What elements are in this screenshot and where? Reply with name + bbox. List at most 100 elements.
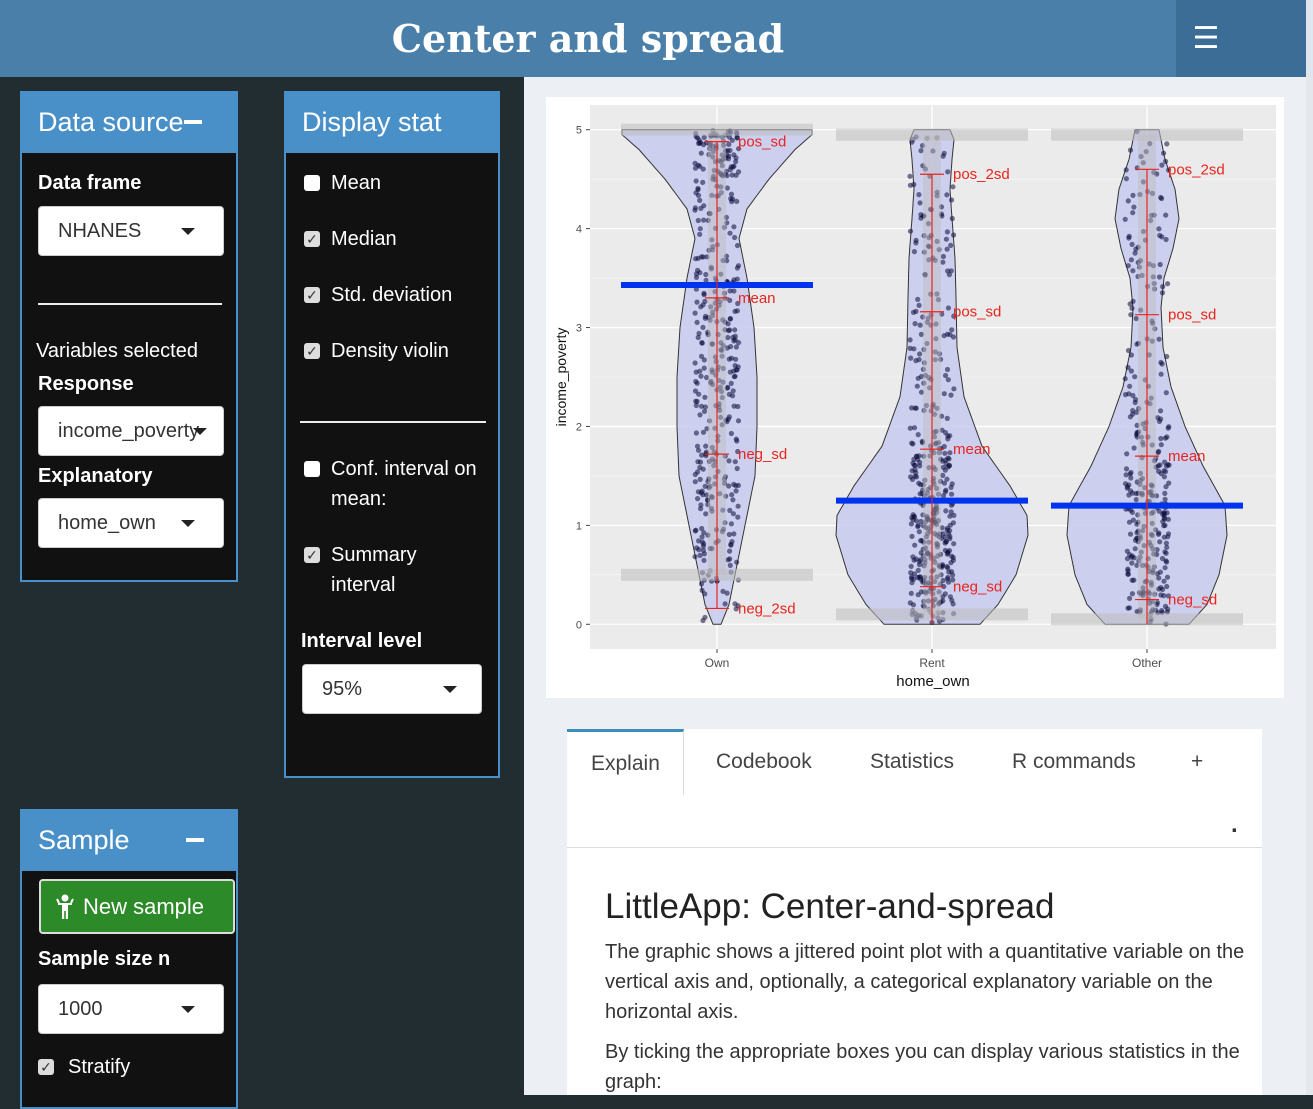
median-checkbox[interactable]: ✓ (304, 231, 320, 247)
data-point (730, 511, 736, 517)
tab-codebook[interactable]: Codebook (716, 729, 812, 795)
data-point (1126, 391, 1132, 397)
stat-label-pos_2sd: pos_2sd (1168, 161, 1225, 178)
data-point (942, 540, 948, 546)
data-point (946, 272, 952, 278)
data-point (914, 383, 920, 389)
data-point (695, 255, 701, 261)
std-deviation-checkbox[interactable]: ✓ (304, 287, 320, 303)
stat-label-neg_sd: neg_sd (1168, 592, 1217, 609)
new-sample-button[interactable]: New sample (39, 879, 235, 934)
summary-interval-checkbox[interactable]: ✓ (304, 547, 320, 563)
sample-size-value: 1000 (58, 997, 103, 1020)
data-point (699, 587, 705, 593)
explain-paragraph-1: The graphic shows a jittered point plot … (605, 941, 1245, 1023)
divider (38, 303, 222, 305)
data-point (728, 521, 734, 527)
y-tick-label: 1 (576, 520, 582, 532)
data-point (1162, 549, 1168, 555)
data-point (692, 388, 699, 394)
data-point (692, 479, 698, 485)
stat-label-pos_sd: pos_sd (738, 134, 786, 151)
y-tick-label: 0 (576, 619, 582, 631)
data-point (693, 274, 700, 280)
data-point (699, 452, 705, 458)
data-point (1163, 236, 1169, 243)
data-point (1155, 531, 1162, 537)
data-point (736, 340, 742, 346)
mean-checkbox[interactable] (304, 175, 320, 191)
data-point (734, 559, 740, 565)
data-point (1132, 537, 1139, 543)
stat-label-neg_sd: neg_sd (738, 446, 787, 463)
data-point (1165, 281, 1171, 287)
tab-r-commands-label: R commands (1012, 750, 1136, 773)
data-point (943, 508, 949, 514)
info-tabbox: Explain Codebook Statistics R commands +… (567, 729, 1262, 1095)
data-point (697, 412, 703, 418)
data-point (907, 345, 913, 351)
data-point (1128, 352, 1134, 358)
data-point (942, 450, 948, 456)
data-point (694, 545, 700, 551)
tab-statistics-label: Statistics (870, 750, 955, 773)
explanatory-select[interactable]: home_own (38, 498, 224, 548)
data-point (913, 518, 919, 524)
data-point (731, 338, 737, 344)
chevron-down-icon (443, 686, 457, 693)
data-point (700, 179, 706, 185)
data-point (695, 334, 701, 341)
sample-size-select[interactable]: 1000 (38, 984, 224, 1034)
sample-header: Sample (22, 809, 236, 871)
data-point (727, 147, 733, 154)
sidebar-toggle-button[interactable]: ☰ (1176, 0, 1306, 77)
tab-explain[interactable]: Explain (567, 729, 684, 795)
data-point (948, 484, 954, 490)
tab-add[interactable]: + (1191, 729, 1203, 795)
x-tick-label: Own (705, 656, 730, 670)
data-point (699, 340, 705, 346)
data-source-box: Data source Data frame NHANES Variables … (20, 91, 238, 582)
conf-interval-checkbox[interactable] (304, 461, 320, 477)
density-violin-checkbox[interactable]: ✓ (304, 343, 320, 359)
data-point (948, 392, 954, 398)
data-point (918, 148, 924, 154)
data-point (728, 191, 735, 197)
data-point (916, 192, 922, 198)
collapse-icon[interactable] (186, 838, 204, 842)
data-point (944, 366, 951, 373)
chevron-down-icon (181, 1006, 195, 1013)
data-point (912, 473, 918, 479)
data-point (1130, 517, 1136, 523)
data-point (1158, 371, 1164, 377)
explain-heading: LittleApp: Center-and-spread (605, 887, 1055, 926)
interval-level-label: Interval level (301, 630, 423, 652)
data-point (731, 531, 737, 537)
data-point (1125, 364, 1131, 371)
interval-level-select[interactable]: 95% (302, 664, 482, 714)
data-point (700, 302, 706, 308)
data-point (1127, 552, 1133, 558)
tab-statistics[interactable]: Statistics (870, 729, 954, 795)
data-point (907, 228, 914, 234)
data-point (1123, 176, 1129, 182)
data-point (943, 460, 949, 466)
data-point (1158, 194, 1164, 201)
data-point (695, 459, 701, 465)
stratify-checkbox[interactable]: ✓ (38, 1059, 54, 1075)
tab-r-commands[interactable]: R commands (1012, 729, 1136, 795)
response-select[interactable]: income_poverty (38, 406, 224, 456)
data-point (1128, 312, 1134, 318)
data-point (700, 324, 706, 330)
data-point (917, 463, 923, 469)
data-point (696, 140, 702, 146)
data-point (945, 574, 951, 581)
collapse-icon[interactable] (184, 120, 202, 124)
data-frame-select[interactable]: NHANES (38, 206, 224, 256)
data-point (1156, 508, 1162, 514)
data-point (1161, 593, 1167, 599)
x-tick-label: Rent (919, 656, 945, 670)
data-point (950, 554, 956, 561)
data-point (916, 480, 922, 486)
data-point (732, 363, 738, 369)
